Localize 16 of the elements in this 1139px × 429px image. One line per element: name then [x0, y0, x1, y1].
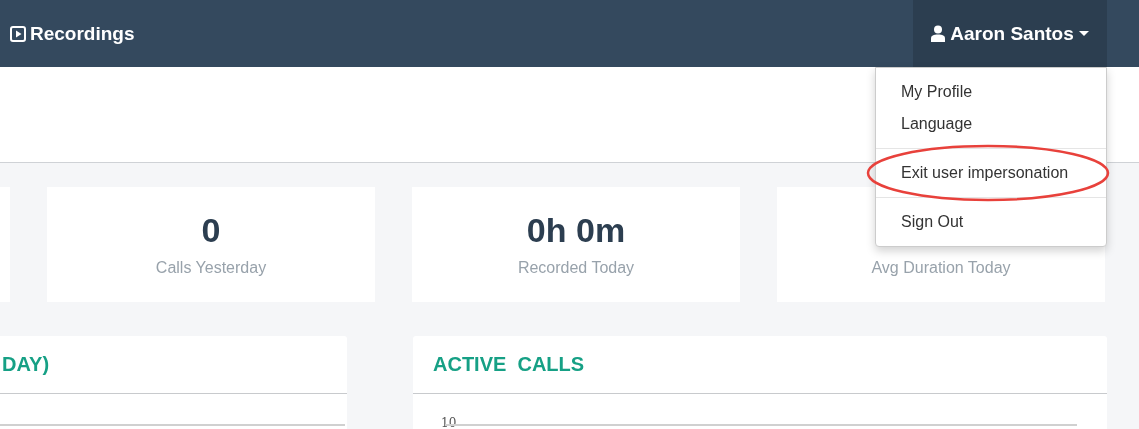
menu-item[interactable]: My Profile — [876, 76, 1106, 108]
menu-item[interactable]: Sign Out — [876, 206, 1106, 238]
stat-label: Recorded Today — [517, 258, 635, 277]
stat-label: Calls Yesterday — [155, 258, 267, 277]
user-menu-button[interactable]: Aaron Santos — [913, 0, 1107, 67]
user-icon — [931, 25, 946, 42]
caret-icon — [1078, 30, 1089, 37]
panel-title: DAY) — [2, 353, 50, 376]
stat-value: 0h 0m — [526, 212, 626, 247]
menu-item[interactable]: Exit user impersonation — [876, 157, 1106, 189]
menu-item[interactable]: Language — [876, 108, 1106, 140]
stat-label: Avg Duration Today — [871, 258, 1011, 277]
brand-title[interactable]: Recordings — [30, 22, 135, 45]
play-icon — [10, 25, 26, 42]
stat-value: 0 — [201, 212, 221, 247]
panel-title: ACTIVE CALLS — [433, 353, 585, 376]
